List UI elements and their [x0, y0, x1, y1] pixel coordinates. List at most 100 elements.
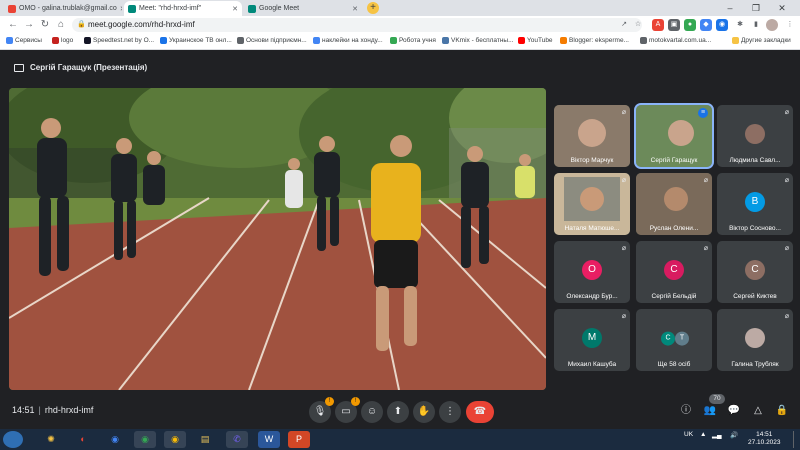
leave-call-button[interactable]: ☎	[466, 401, 494, 423]
bookmark-label: YouTube	[527, 37, 553, 44]
mic-off-icon: ⌀	[621, 177, 626, 184]
speaking-icon: ≡	[698, 108, 708, 118]
meet-icon	[128, 4, 136, 13]
language-indicator[interactable]: UK	[684, 431, 693, 438]
bookmark-item[interactable]: Blogger: eksperme...	[560, 37, 629, 44]
youtube-icon	[518, 37, 525, 44]
participant-tile[interactable]: O ⌀ Олександр Бур...	[554, 241, 630, 303]
participant-name: Віктор Сосново...	[729, 225, 781, 232]
bookmark-label: наклейки на хонду...	[322, 37, 383, 44]
other-bookmarks[interactable]: Другие закладки	[732, 37, 791, 44]
camera-toggle-button[interactable]: ▭!	[335, 397, 360, 423]
puzzle-icon[interactable]: ✱	[734, 19, 746, 31]
participant-tile[interactable]: B ⌀ Віктор Сосново...	[717, 173, 793, 235]
bookmark-item[interactable]: motokvartal.com.ua...	[640, 37, 711, 44]
participant-tile[interactable]: M ⌀ Михаил Кашуба	[554, 309, 630, 371]
bookmark-item[interactable]: Сервисы	[6, 37, 42, 44]
participant-avatar: T	[675, 331, 689, 346]
participant-tile[interactable]: ⌀ Людмила Савл...	[717, 105, 793, 167]
bookmark-icon	[160, 37, 167, 44]
word-icon[interactable]: W	[258, 431, 280, 448]
participant-tile[interactable]: C ⌀ Сергей Киктев	[717, 241, 793, 303]
show-desktop-button[interactable]	[793, 431, 799, 448]
address-bar[interactable]: 🔒 meet.google.com/rhd-hrxd-imf	[72, 18, 642, 32]
tab-meet-active[interactable]: Meet: "rhd-hrxd-imf" ✕	[124, 1, 242, 16]
back-icon[interactable]: ←	[6, 18, 20, 32]
people-icon[interactable]: 👥	[702, 403, 718, 419]
reload-icon[interactable]: ↻	[38, 18, 52, 32]
clock-time: 14:51	[756, 431, 773, 438]
participant-photo	[745, 328, 765, 348]
viber-icon[interactable]: ✆	[226, 431, 248, 448]
participant-name: Галина Трубляк	[731, 361, 779, 368]
bookmark-item[interactable]: наклейки на хонду...	[313, 37, 383, 44]
emoji-button[interactable]: ☺	[361, 401, 383, 423]
bookmark-icon	[237, 37, 244, 44]
bookmark-item[interactable]: Speedtest.net by O...	[84, 37, 154, 44]
close-icon[interactable]: ✕	[352, 5, 358, 13]
minimize-icon[interactable]: –	[720, 0, 740, 16]
extension-icon[interactable]: ◆	[700, 19, 712, 31]
bookmark-item[interactable]: logo	[52, 37, 73, 44]
powerpoint-icon[interactable]: P	[288, 431, 310, 448]
video-frame	[9, 88, 546, 390]
close-window-icon[interactable]: ✕	[772, 0, 792, 16]
bookmark-item[interactable]: Украинское ТВ онл...	[160, 37, 232, 44]
extension-icon[interactable]: ◉	[716, 19, 728, 31]
host-controls-icon[interactable]: 🔒	[774, 403, 790, 419]
adblock-icon[interactable]: A	[652, 19, 664, 31]
yandex-icon[interactable]: ◐	[72, 431, 94, 448]
more-participants-tile[interactable]: C T Ще 58 осіб	[636, 309, 712, 371]
share-icon[interactable]: ↗	[618, 19, 630, 31]
tray-arrow-icon[interactable]: ▲	[700, 431, 706, 438]
chat-icon[interactable]: 💬	[726, 403, 742, 419]
network-icon[interactable]: ▂▄	[712, 431, 722, 439]
more-options-button[interactable]: ⋮	[439, 401, 461, 423]
bookmark-item[interactable]: Робота учня	[390, 37, 436, 44]
participant-tile[interactable]: ≡ Сергій Гаращук	[634, 103, 714, 169]
chrome-icon[interactable]: ◉	[104, 431, 126, 448]
start-button[interactable]	[3, 431, 23, 448]
bookmark-item[interactable]: VKmix - бесплатны...	[442, 37, 514, 44]
maximize-icon[interactable]: ❐	[746, 0, 766, 16]
extension-icon[interactable]: ▣	[668, 19, 680, 31]
mic-off-icon: ⌀	[784, 313, 789, 320]
explorer-icon[interactable]: ✺	[40, 431, 62, 448]
forward-icon[interactable]: →	[22, 18, 36, 32]
participant-name: Наталя Матюше...	[564, 225, 620, 232]
participant-name: Сергій Гаращук	[650, 157, 698, 164]
sidebar-icon[interactable]: ▮	[750, 19, 762, 31]
bookmark-item[interactable]: Основи підприємн...	[237, 37, 307, 44]
home-icon[interactable]: ⌂	[54, 18, 68, 32]
tab-google-meet[interactable]: Google Meet ✕	[244, 1, 362, 16]
volume-icon[interactable]: 🔊	[730, 431, 738, 439]
bookmark-item[interactable]: YouTube	[518, 37, 553, 44]
participant-tile[interactable]: C ⌀ Сергій Бельдій	[636, 241, 712, 303]
close-icon[interactable]: ✕	[120, 5, 122, 13]
raise-hand-button[interactable]: ✋	[413, 401, 435, 423]
new-tab-button[interactable]: +	[367, 2, 379, 14]
menu-icon[interactable]: ⋮	[784, 19, 796, 31]
folder-icon[interactable]: ▤	[194, 431, 216, 448]
extension-icon[interactable]: ●	[684, 19, 696, 31]
present-button[interactable]: ⬆	[387, 401, 409, 423]
activities-icon[interactable]: △	[750, 403, 766, 419]
info-icon[interactable]: ⓘ	[678, 403, 694, 419]
main-presentation-video[interactable]	[9, 88, 546, 390]
profile-avatar[interactable]	[766, 19, 778, 31]
chrome-icon[interactable]: ◉	[164, 431, 186, 448]
meeting-code: rhd-hrxd-imf	[44, 405, 94, 415]
star-icon[interactable]: ☆	[632, 19, 644, 31]
bookmark-icon	[52, 37, 59, 44]
chrome-icon[interactable]: ◉	[134, 431, 156, 448]
close-icon[interactable]: ✕	[232, 5, 238, 13]
mic-toggle-button[interactable]: 🎙!	[309, 397, 334, 423]
participant-tile[interactable]: ⌀ Галина Трубляк	[717, 309, 793, 371]
participant-tile[interactable]: ⌀ Віктор Марчук	[554, 105, 630, 167]
participant-name: Сергей Киктев	[733, 293, 777, 300]
speedtest-icon	[84, 37, 91, 44]
participant-tile[interactable]: ⌀ Наталя Матюше...	[554, 173, 630, 235]
tab-gmail[interactable]: ОМО - galina.trublak@gmail.co ✕	[4, 1, 122, 16]
system-clock[interactable]: 14:51 27.10.2023	[748, 431, 781, 447]
participant-tile[interactable]: ⌀ Руслан Олени...	[636, 173, 712, 235]
